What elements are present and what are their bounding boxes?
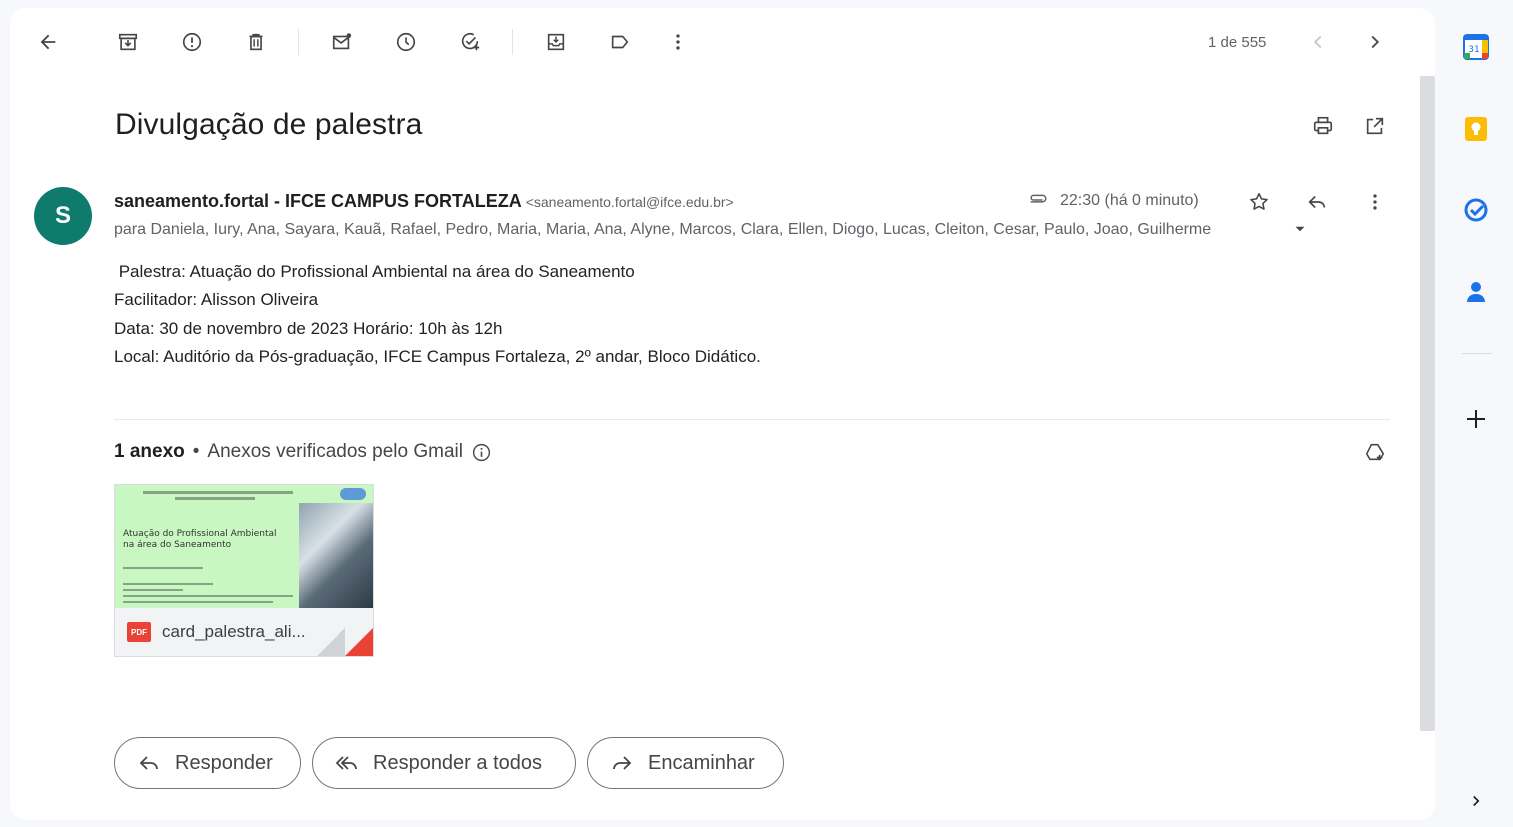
keep-icon[interactable] [1458, 111, 1494, 147]
sender-avatar[interactable]: S [34, 187, 92, 245]
email-subject: Divulgação de palestra [115, 108, 423, 141]
calendar-day: 31 [1468, 45, 1479, 55]
scrollbar[interactable] [1420, 76, 1435, 731]
page-fold-shadow [317, 628, 345, 656]
thumb-header-line [143, 491, 293, 494]
more-vertical-icon[interactable] [660, 24, 696, 60]
pdf-file-icon: PDF [127, 622, 151, 642]
thumb-title: Atuação do Profissional Ambiental na áre… [123, 529, 277, 550]
delete-icon[interactable] [238, 24, 274, 60]
message-more-vertical-icon[interactable] [1357, 184, 1393, 220]
print-icon[interactable] [1305, 108, 1341, 144]
sender-email: <saneamento.fortal@ifce.edu.br> [525, 194, 734, 210]
thumb-logo [340, 488, 366, 500]
reply-label: Responder [175, 751, 273, 774]
reply-all-label: Responder a todos [373, 751, 543, 774]
thumb-text-line [123, 589, 183, 591]
forward-label: Encaminhar [648, 751, 755, 774]
label-icon[interactable] [602, 24, 638, 60]
body-line: Data: 30 de novembro de 2023 Horário: 10… [114, 318, 503, 338]
attachments-divider [114, 419, 1390, 420]
archive-icon[interactable] [110, 24, 146, 60]
star-icon[interactable] [1241, 184, 1277, 220]
body-line: Facilitador: Alisson Oliveira [114, 290, 319, 310]
thumb-text-line [123, 595, 293, 597]
pdf-corner-fold [345, 628, 373, 656]
recipients-line: para Daniela, Iury, Ana, Sayara, Kauã, R… [114, 221, 1212, 238]
toolbar-divider [298, 29, 299, 55]
snooze-icon[interactable] [388, 24, 424, 60]
attachment-clip-icon [1020, 182, 1056, 218]
bullet-separator: • [192, 441, 200, 462]
body-line: Palestra: Atuação do Profissional Ambien… [114, 262, 635, 281]
older-chevron-right-icon[interactable] [1357, 24, 1393, 60]
add-addon-plus-icon[interactable] [1458, 401, 1494, 437]
attachment-card[interactable]: Atuação do Profissional Ambiental na áre… [114, 484, 374, 657]
thumb-text-line [123, 583, 213, 585]
email-timestamp: 22:30 (há 0 minuto) [1060, 192, 1199, 209]
reply-all-button[interactable]: Responder a todos [312, 737, 576, 789]
thumb-text-line [123, 601, 273, 603]
add-to-drive-icon[interactable] [1357, 434, 1393, 470]
add-task-icon[interactable] [452, 24, 488, 60]
back-arrow-icon[interactable] [30, 24, 66, 60]
reply-all-icon [335, 756, 357, 770]
message-view: 1 de 555 Divulgação de palestra S saneam… [10, 8, 1435, 820]
thumb-text-line [123, 567, 203, 569]
tasks-icon[interactable] [1458, 192, 1494, 228]
toolbar-divider [512, 29, 513, 55]
attachment-thumbnail: Atuação do Profissional Ambiental na áre… [115, 485, 373, 608]
reply-arrow-icon [139, 756, 158, 770]
show-details-caret-icon[interactable] [1284, 213, 1316, 245]
attachment-count: 1 anexo [114, 441, 185, 462]
contacts-icon[interactable] [1458, 274, 1494, 310]
attachments-header: 1 anexo • Anexos verificados pelo Gmail [114, 441, 492, 463]
calendar-icon[interactable]: 31 [1458, 29, 1494, 65]
expand-panel-chevron-icon[interactable] [1458, 783, 1494, 819]
pagination-count: 1 de 555 [1208, 34, 1267, 51]
reply-button[interactable]: Responder [114, 737, 301, 789]
side-panel-divider [1462, 353, 1492, 354]
body-line: Local: Auditório da Pós-graduação, IFCE … [114, 346, 761, 366]
thumb-photo [299, 503, 373, 608]
sender-name[interactable]: saneamento.fortal - IFCE CAMPUS FORTALEZ… [114, 191, 522, 211]
attachment-filename: card_palestra_ali... [162, 622, 306, 641]
newer-chevron-left-icon[interactable] [1300, 24, 1336, 60]
attachments-verified-label: Anexos verificados pelo Gmail [207, 441, 463, 462]
open-new-window-icon[interactable] [1357, 108, 1393, 144]
report-spam-icon[interactable] [174, 24, 210, 60]
sender-line: saneamento.fortal - IFCE CAMPUS FORTALEZ… [114, 191, 734, 212]
thumb-header-line [175, 497, 255, 500]
forward-arrow-icon [613, 756, 632, 770]
email-body: Palestra: Atuação do Profissional Ambien… [114, 258, 761, 371]
move-to-icon[interactable] [538, 24, 574, 60]
forward-button[interactable]: Encaminhar [587, 737, 784, 789]
mark-unread-icon[interactable] [324, 24, 360, 60]
info-icon[interactable] [471, 442, 492, 463]
